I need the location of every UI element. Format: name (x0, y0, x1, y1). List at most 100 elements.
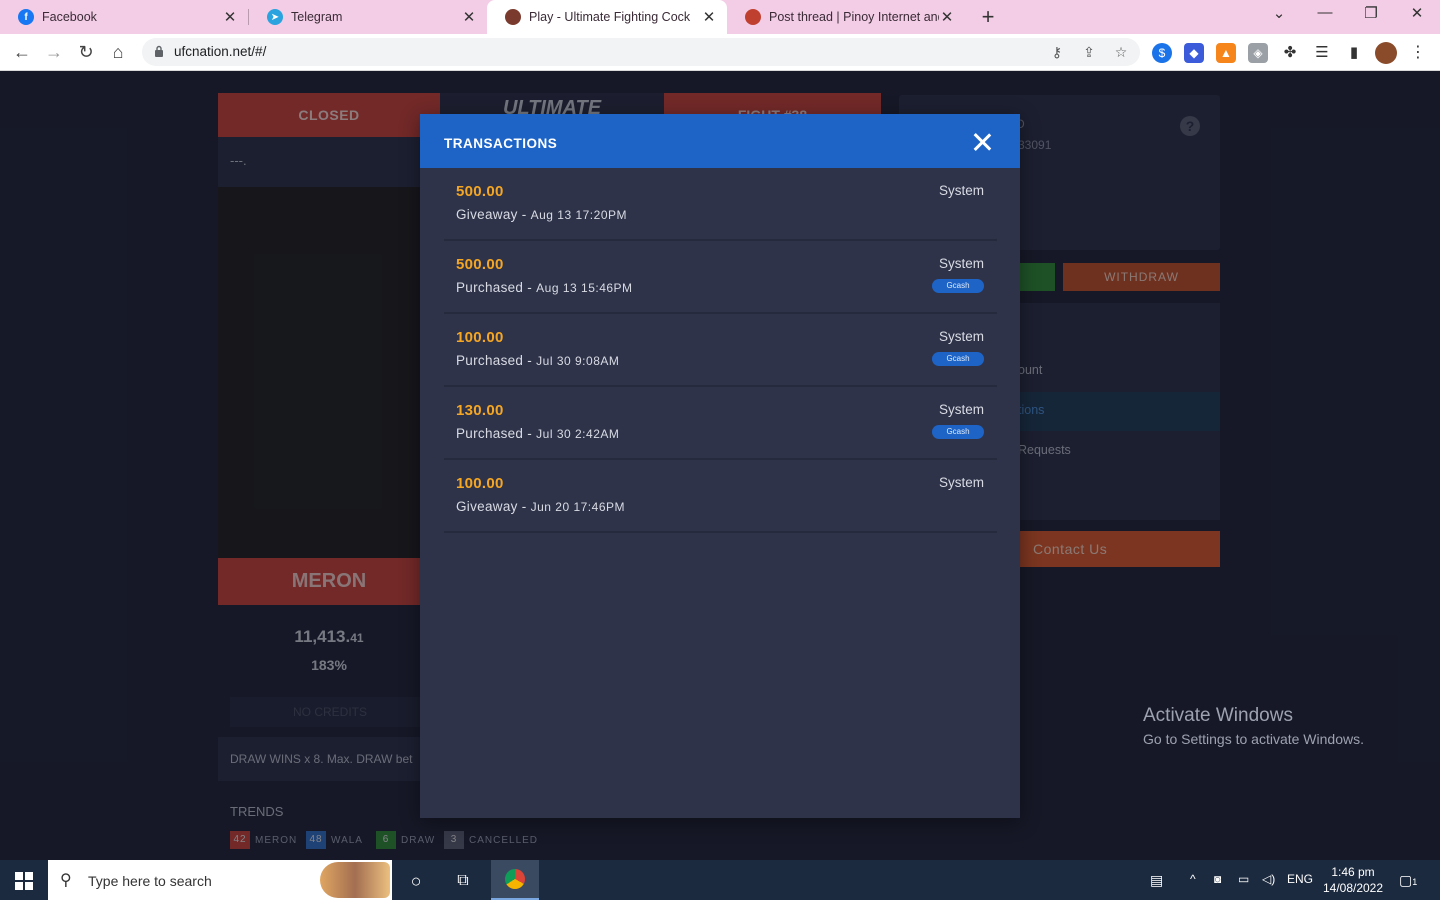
transaction-list: 500.00 Giveaway - Aug 13 17:20PM System … (444, 168, 997, 533)
reload-icon[interactable]: ↻ (74, 40, 98, 64)
clock-date: 14/08/2022 (1322, 881, 1384, 895)
tab-title: Facebook (42, 10, 97, 24)
transaction-date: Aug 13 15:46PM (536, 281, 633, 295)
taskbar-clock[interactable]: 1:46 pm 14/08/2022 (1318, 864, 1388, 896)
transaction-row: 500.00 Purchased - Aug 13 15:46PM System… (444, 241, 997, 314)
transaction-description: Giveaway - Aug 13 17:20PM (456, 207, 627, 222)
forward-icon[interactable]: → (42, 40, 66, 64)
tab-telegram[interactable]: ➤ Telegram ✕ (249, 0, 487, 34)
search-icon: ⚲ (60, 872, 72, 889)
transaction-date: Jun 20 17:46PM (530, 500, 625, 514)
taskbar-chrome-button[interactable] (491, 860, 539, 900)
close-tab-icon[interactable]: ✕ (222, 8, 238, 26)
payment-method-badge: Gcash (932, 425, 984, 439)
transaction-row: 130.00 Purchased - Jul 30 2:42AM System … (444, 387, 997, 460)
transaction-description: Purchased - Aug 13 15:46PM (456, 280, 633, 295)
transaction-amount: 500.00 (456, 183, 504, 200)
lock-icon (155, 45, 163, 57)
search-highlight-image (320, 862, 390, 898)
payment-method-badge: Gcash (932, 352, 984, 366)
extension-icon[interactable]: $ (1152, 43, 1172, 63)
transaction-amount: 100.00 (456, 329, 504, 346)
transaction-source: System (938, 329, 984, 344)
back-icon[interactable]: ← (10, 40, 34, 64)
transaction-source: System (938, 475, 984, 490)
url-text: ufcnation.net/#/ (174, 44, 267, 59)
close-window-icon[interactable]: ✕ (1407, 4, 1427, 22)
transaction-row: 500.00 Giveaway - Aug 13 17:20PM System (444, 168, 997, 241)
news-widget-icon[interactable]: ▤ (1150, 872, 1163, 889)
close-tab-icon[interactable]: ✕ (461, 8, 477, 26)
new-tab-button[interactable]: + (977, 4, 999, 30)
address-bar: ← → ↻ ⌂ ufcnation.net/#/ ⚷ ⇪ ☆ $ ◆ ▲ ◈ ✤… (0, 34, 1440, 71)
transaction-amount: 500.00 (456, 256, 504, 273)
transaction-type: Giveaway (456, 207, 518, 222)
chrome-icon (505, 869, 525, 889)
volume-icon[interactable]: ◁) (1262, 872, 1275, 886)
home-icon[interactable]: ⌂ (106, 40, 130, 64)
transaction-description: Purchased - Jul 30 9:08AM (456, 353, 620, 368)
transaction-description: Purchased - Jul 30 2:42AM (456, 426, 620, 441)
tab-search-icon[interactable]: ⌄ (1269, 4, 1289, 22)
transaction-amount: 100.00 (456, 475, 504, 492)
tab-title: Play - Ultimate Fighting Cock (529, 10, 691, 24)
close-icon[interactable] (972, 132, 992, 152)
side-panel-icon[interactable]: ▮ (1344, 43, 1364, 63)
network-icon[interactable]: ▭ (1238, 872, 1249, 886)
activate-windows-watermark: Activate Windows Go to Settings to activ… (1143, 705, 1364, 747)
browser-menu-icon[interactable]: ⋮ (1408, 43, 1428, 63)
profile-avatar[interactable] (1375, 42, 1397, 64)
key-icon[interactable]: ⚷ (1048, 43, 1066, 61)
metamask-fox-icon[interactable]: ▲ (1216, 43, 1236, 63)
watermark-title: Activate Windows (1143, 705, 1293, 726)
transaction-row: 100.00 Giveaway - Jun 20 17:46PM System (444, 460, 997, 533)
share-icon[interactable]: ⇪ (1080, 43, 1098, 61)
transaction-type: Giveaway (456, 499, 518, 514)
notification-count: 1 (1412, 877, 1418, 887)
tab-facebook[interactable]: f Facebook ✕ (0, 0, 248, 34)
transaction-type: Purchased (456, 353, 524, 368)
modal-header: TRANSACTIONS (420, 114, 1020, 168)
tab-title: Post thread | Pinoy Internet and T (769, 10, 939, 24)
bookmark-star-icon[interactable]: ☆ (1112, 43, 1130, 61)
shield-extension-icon[interactable]: ◆ (1184, 43, 1204, 63)
close-tab-icon[interactable]: ✕ (701, 8, 717, 26)
language-indicator[interactable]: ENG (1287, 872, 1313, 886)
windows-taskbar: ⚲ Type here to search ○ ⧉ ▤ ^ ◙ ▭ ◁) ENG… (0, 860, 1440, 900)
search-placeholder: Type here to search (88, 873, 212, 889)
modal-title: TRANSACTIONS (444, 136, 558, 151)
rooster-icon (505, 9, 521, 25)
transactions-modal: TRANSACTIONS 500.00 Giveaway - Aug 13 17… (420, 114, 1020, 818)
close-tab-icon[interactable]: ✕ (939, 8, 955, 26)
restore-icon[interactable]: ❐ (1361, 4, 1381, 22)
tab-title: Telegram (291, 10, 343, 24)
puzzle-extensions-icon[interactable]: ✤ (1280, 43, 1300, 63)
facebook-icon: f (18, 9, 34, 25)
transaction-row: 100.00 Purchased - Jul 30 9:08AM System … (444, 314, 997, 387)
media-queue-icon[interactable]: ☰ (1312, 43, 1332, 63)
url-field[interactable]: ufcnation.net/#/ (142, 38, 1140, 66)
forum-icon (745, 9, 761, 25)
notifications-icon[interactable]: ▢1 (1399, 872, 1417, 889)
privacy-shield-icon[interactable]: ◈ (1248, 43, 1268, 63)
cortana-icon[interactable]: ○ (405, 870, 427, 892)
transaction-type: Purchased (456, 426, 524, 441)
transaction-source: System (938, 183, 984, 198)
browser-tab-bar: f Facebook ✕ ➤ Telegram ✕ Play - Ultimat… (0, 0, 1440, 34)
task-view-icon[interactable]: ⧉ (452, 870, 474, 892)
tray-overflow-icon[interactable]: ^ (1190, 872, 1196, 886)
windows-start-icon[interactable] (15, 872, 33, 890)
tab-play-ultimate-fighting-cock[interactable]: Play - Ultimate Fighting Cock ✕ (487, 0, 727, 34)
transaction-date: Aug 13 17:20PM (530, 208, 627, 222)
clock-time: 1:46 pm (1331, 865, 1375, 879)
minimize-icon[interactable]: — (1315, 4, 1335, 21)
transaction-date: Jul 30 9:08AM (536, 354, 620, 368)
watermark-subtitle: Go to Settings to activate Windows. (1143, 731, 1364, 747)
transaction-type: Purchased (456, 280, 524, 295)
transaction-source: System (938, 256, 984, 271)
taskbar-search-input[interactable]: ⚲ Type here to search (48, 860, 392, 900)
camera-icon[interactable]: ◙ (1214, 872, 1221, 886)
payment-method-badge: Gcash (932, 279, 984, 293)
transaction-amount: 130.00 (456, 402, 504, 419)
tab-post-thread[interactable]: Post thread | Pinoy Internet and T ✕ (727, 0, 965, 34)
